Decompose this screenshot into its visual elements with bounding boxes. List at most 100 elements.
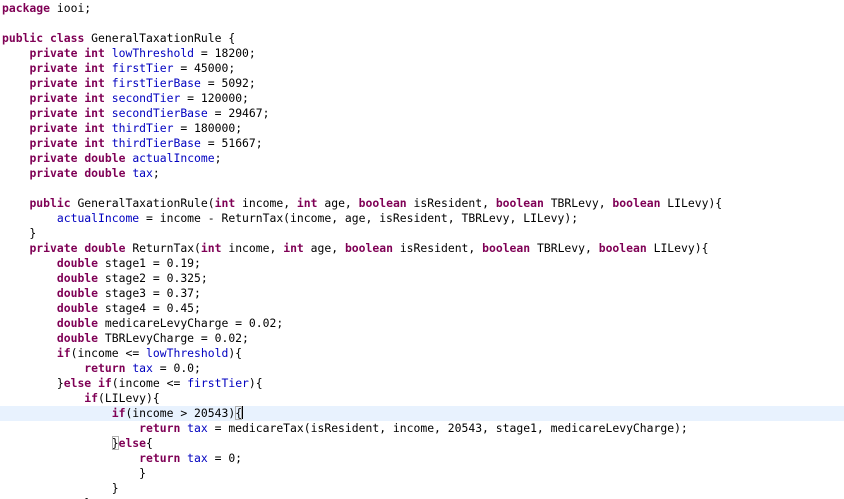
code-line[interactable]: package iooi; [2, 1, 844, 16]
keyword-token: class [50, 31, 85, 45]
current-code-line[interactable]: if(income > 20543){ [0, 406, 844, 421]
code-line[interactable]: public GeneralTaxationRule(int income, i… [2, 196, 844, 211]
code-line[interactable]: double stage2 = 0.325; [2, 271, 844, 286]
code-line[interactable]: }else if(income <= firstTier){ [2, 376, 844, 391]
keyword-token: int [84, 91, 105, 105]
field-token: tax [132, 361, 153, 375]
keyword-token: private [29, 241, 78, 255]
code-token: } [2, 466, 147, 480]
code-token: medicareLevyCharge = 0.02; [98, 316, 284, 330]
code-token: isResident, [406, 196, 496, 210]
code-token: age, [303, 241, 345, 255]
code-token: } [2, 226, 37, 240]
code-line[interactable]: return tax = 0.0; [2, 361, 844, 376]
code-token: ; [152, 166, 160, 180]
code-token: GeneralTaxationRule { [84, 31, 236, 45]
keyword-token: return [139, 421, 181, 435]
code-line[interactable]: private int thirdTierBase = 51667; [2, 136, 844, 151]
keyword-token: int [84, 76, 105, 90]
code-line[interactable] [2, 16, 844, 31]
code-line[interactable]: private int thirdTier = 180000; [2, 121, 844, 136]
code-line[interactable]: private int firstTier = 45000; [2, 61, 844, 76]
keyword-token: else [118, 436, 147, 450]
code-line[interactable]: private int firstTierBase = 5092; [2, 76, 844, 91]
code-line[interactable]: return tax = medicareTax(isResident, inc… [2, 421, 844, 436]
keyword-token: private [29, 76, 78, 90]
code-line[interactable]: double stage3 = 0.37; [2, 286, 844, 301]
code-line[interactable]: private double tax; [2, 166, 844, 181]
code-line[interactable]: } [2, 481, 844, 496]
code-line[interactable]: private int secondTierBase = 29467; [2, 106, 844, 121]
code-line[interactable]: private int lowThreshold = 18200; [2, 46, 844, 61]
code-token: stage2 = 0.325; [98, 271, 208, 285]
code-line[interactable]: public class GeneralTaxationRule { [2, 31, 844, 46]
field-token: actualIncome [132, 151, 215, 165]
code-line[interactable]: actualIncome = income - ReturnTax(income… [2, 211, 844, 226]
code-line[interactable]: private double actualIncome; [2, 151, 844, 166]
code-token: (income <= [111, 376, 188, 390]
keyword-token: private [29, 151, 78, 165]
field-token: firstTier [187, 376, 249, 390]
keyword-token: public [2, 31, 44, 45]
code-line[interactable]: if(income <= lowThreshold){ [2, 346, 844, 361]
keyword-token: boolean [344, 241, 393, 255]
keyword-token: int [84, 136, 105, 150]
code-line[interactable]: if(LILevy){ [2, 391, 844, 406]
code-line[interactable]: return tax = 0; [2, 451, 844, 466]
code-token: TBRLevy, [543, 196, 613, 210]
code-line[interactable] [2, 181, 844, 196]
code-line[interactable]: private int secondTier = 120000; [2, 91, 844, 106]
code-editor[interactable]: package iooi; public class GeneralTaxati… [0, 0, 844, 499]
keyword-token: private [29, 166, 78, 180]
keyword-token: private [29, 91, 78, 105]
code-line[interactable]: double medicareLevyCharge = 0.02; [2, 316, 844, 331]
text-cursor [242, 406, 244, 419]
keyword-token: int [283, 241, 304, 255]
keyword-token: public [29, 196, 71, 210]
code-line[interactable]: }else{ [2, 436, 844, 451]
code-line[interactable]: } [2, 466, 844, 481]
code-line[interactable]: private double ReturnTax(int income, int… [2, 241, 844, 256]
code-token: = 51667; [200, 136, 263, 150]
code-line[interactable]: double stage4 = 0.45; [2, 301, 844, 316]
code-token: isResident, [392, 241, 483, 255]
keyword-token: double [84, 241, 126, 255]
field-token: lowThreshold [111, 46, 195, 60]
code-token: = medicareTax(isResident, income, 20543,… [207, 421, 688, 435]
code-token: (income <= [70, 346, 147, 360]
keyword-token: private [29, 136, 78, 150]
field-token: lowThreshold [146, 346, 229, 360]
code-token: age, [317, 196, 359, 210]
code-token: = 5092; [200, 76, 256, 90]
keyword-token: int [84, 121, 105, 135]
code-token: (LILevy){ [98, 391, 160, 405]
keyword-token: boolean [358, 196, 407, 210]
keyword-token: private [29, 61, 78, 75]
matching-bracket: } [111, 436, 119, 450]
code-text-area[interactable]: package iooi; public class GeneralTaxati… [0, 1, 844, 499]
keyword-token: double [84, 151, 126, 165]
code-line[interactable]: } [2, 226, 844, 241]
keyword-token: return [84, 361, 126, 375]
keyword-token: int [296, 196, 318, 210]
field-token: thirdTier [111, 121, 174, 135]
keyword-token: double [56, 301, 99, 315]
code-line[interactable]: double TBRLevyCharge = 0.02; [2, 331, 844, 346]
code-line[interactable]: double stage1 = 0.19; [2, 256, 844, 271]
keyword-token: private [29, 121, 78, 135]
